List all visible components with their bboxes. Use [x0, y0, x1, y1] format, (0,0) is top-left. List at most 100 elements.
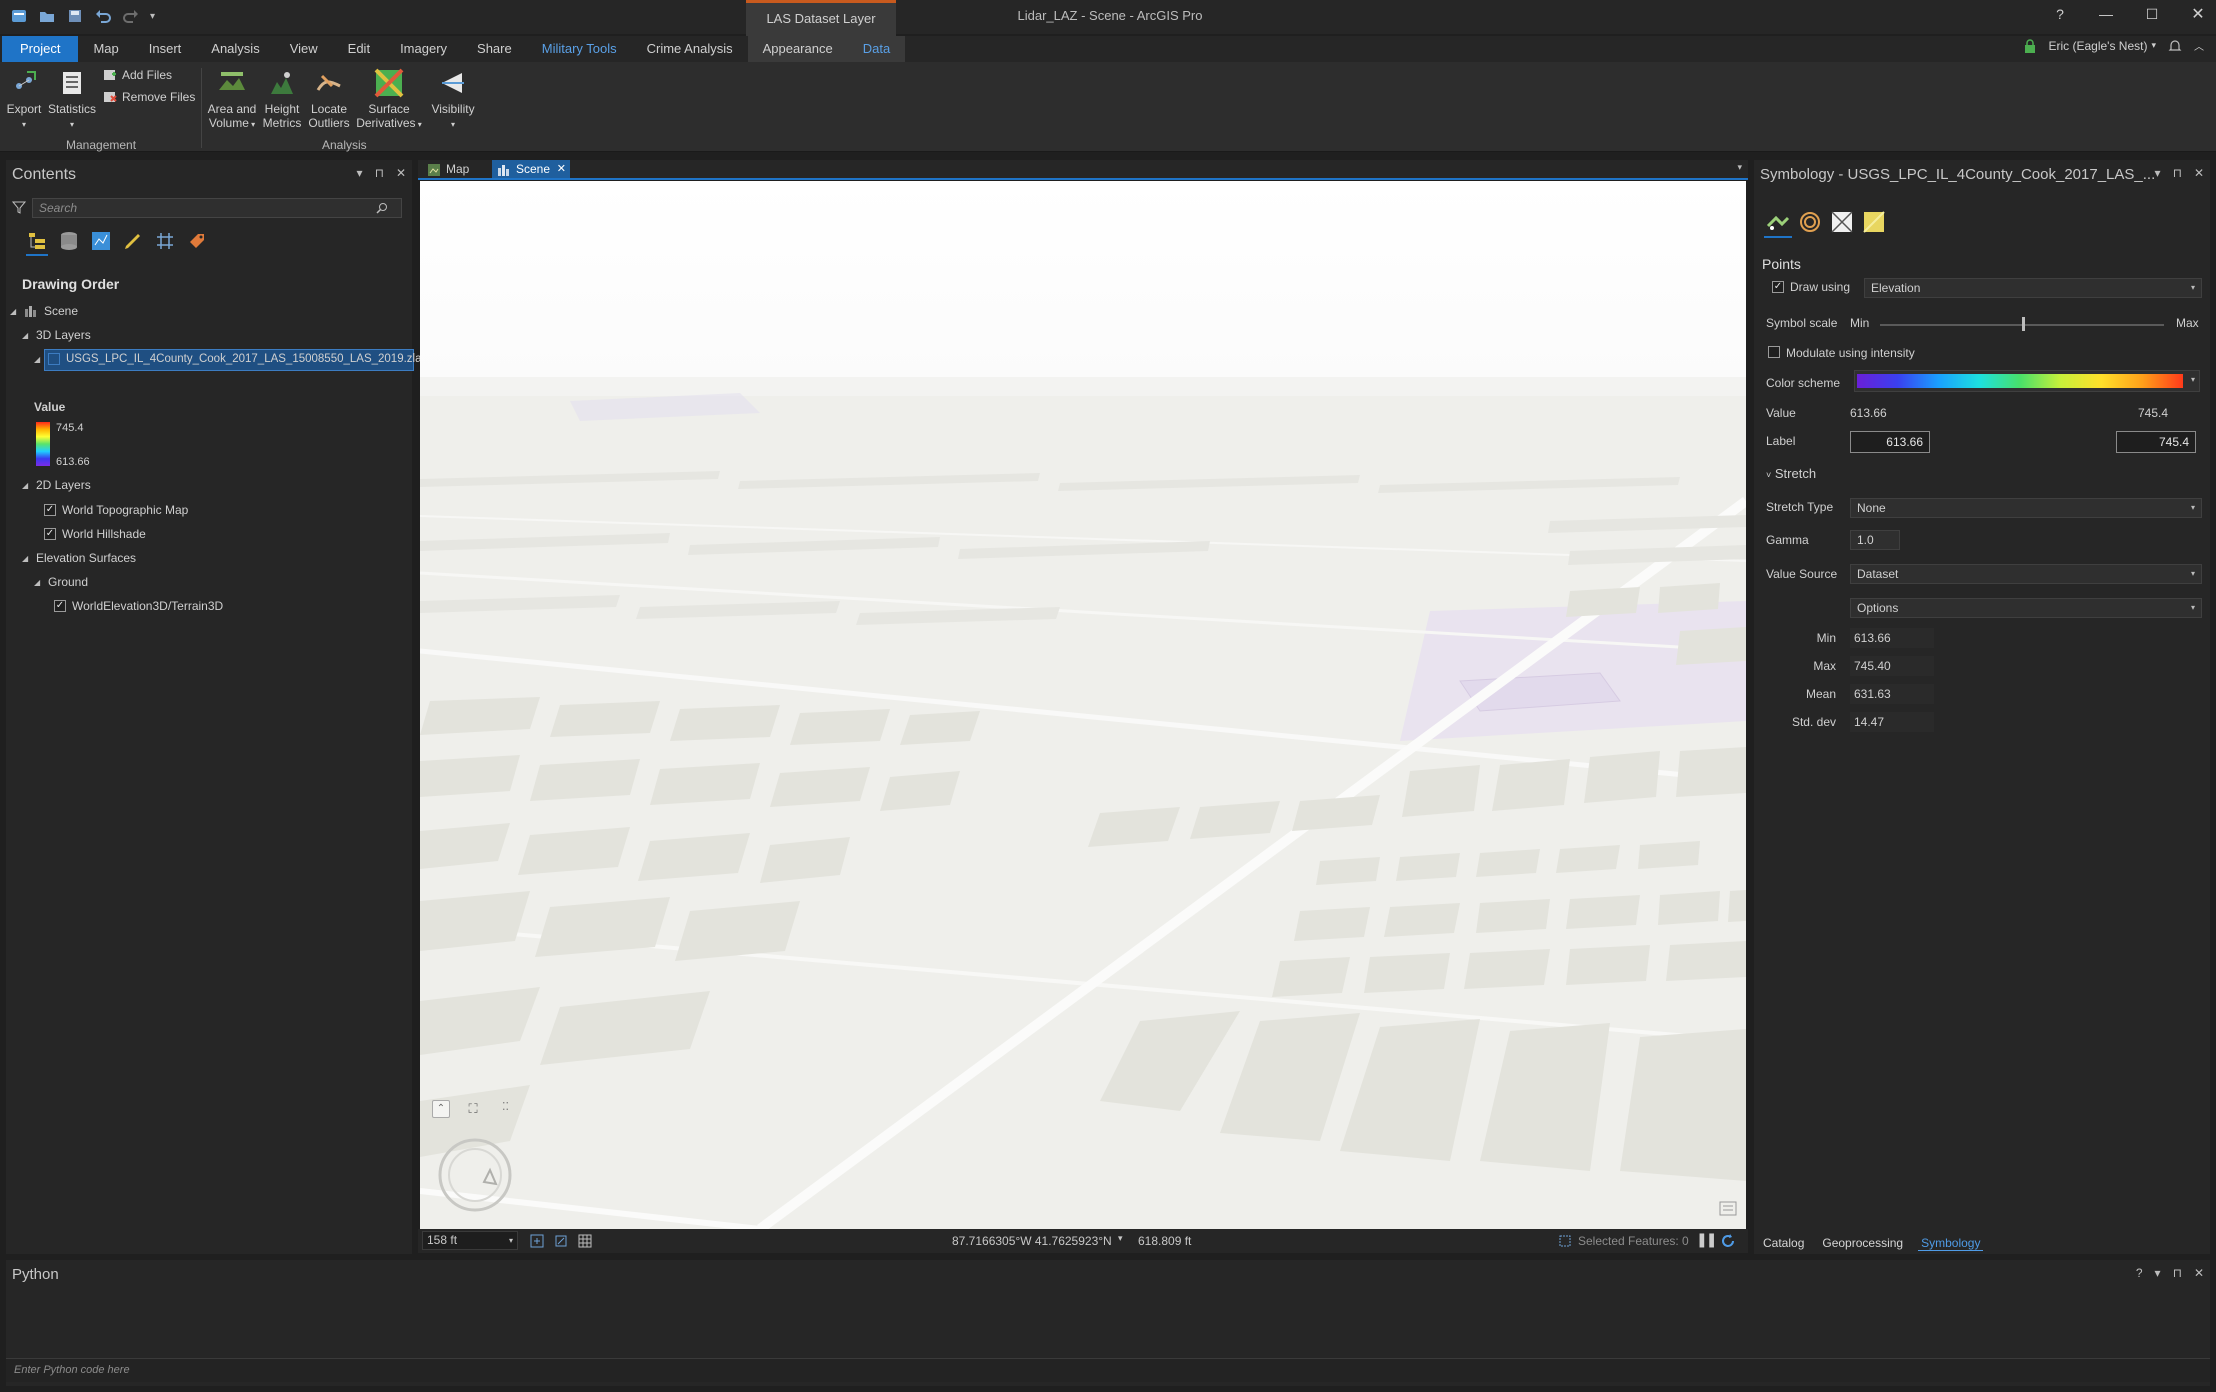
draw-using-dropdown[interactable]: Elevation ▾ [1864, 278, 2202, 298]
user-dropdown-icon[interactable]: ▾ [2151, 40, 2156, 51]
pin-icon[interactable]: ⊓ [375, 166, 384, 180]
draw-using-checkbox[interactable]: ✓ [1772, 281, 1784, 293]
filter-icon[interactable] [12, 200, 26, 214]
tab-analysis[interactable]: Analysis [196, 36, 274, 62]
tab-map-view[interactable]: Map [422, 160, 477, 179]
visibility-button[interactable]: Visibility ▾ [428, 68, 478, 132]
scale-lock-icon[interactable] [530, 1234, 544, 1248]
navigator-compass[interactable] [436, 1136, 514, 1214]
label-min-input[interactable]: 613.66 [1850, 431, 1930, 453]
close-pane-icon[interactable]: ✕ [2194, 1266, 2204, 1280]
surface-derivatives-button[interactable]: Surface Derivatives ▾ [356, 68, 422, 132]
tree-2d-layers[interactable]: ◢ 2D Layers [22, 478, 91, 492]
points-symbology-icon[interactable] [1766, 210, 1790, 234]
tab-project[interactable]: Project [2, 36, 79, 62]
tree-world-hillshade[interactable]: ✓ World Hillshade [44, 527, 146, 541]
scale-dropdown[interactable]: 158 ft ▾ [422, 1231, 518, 1250]
attribution-icon[interactable] [1718, 1200, 1738, 1218]
add-files-button[interactable]: Add Files [103, 68, 172, 82]
list-by-snapping-icon[interactable] [154, 230, 176, 252]
maximize-button[interactable]: ☐ [2140, 6, 2164, 23]
undo-icon[interactable] [94, 7, 112, 25]
redo-icon[interactable] [122, 7, 140, 25]
view-tabs-menu-icon[interactable]: ▾ [1737, 162, 1742, 173]
app-icon[interactable] [10, 7, 28, 25]
tab-share[interactable]: Share [462, 36, 527, 62]
modulate-intensity-checkbox[interactable] [1768, 346, 1780, 358]
tab-symbology[interactable]: Symbology [1918, 1236, 1984, 1251]
collapse-icon[interactable]: ◢ [34, 578, 42, 587]
pause-drawing-button[interactable]: ❚❚ [1696, 1231, 1718, 1248]
tree-world-topo[interactable]: ✓ World Topographic Map [44, 503, 188, 517]
tree-terrain[interactable]: ✓ WorldElevation3D/Terrain3D [54, 599, 223, 613]
list-by-selection-icon[interactable] [90, 230, 112, 252]
tab-crime-analysis[interactable]: Crime Analysis [632, 36, 748, 62]
scene-view[interactable] [420, 181, 1746, 1229]
remove-files-button[interactable]: Remove Files [103, 90, 195, 104]
list-by-source-icon[interactable] [58, 230, 80, 252]
pin-icon[interactable]: ⊓ [2173, 166, 2182, 180]
statistics-button[interactable]: Statistics ▾ [48, 68, 96, 132]
search-input[interactable]: Search [32, 198, 402, 218]
list-by-labeling-icon[interactable] [186, 230, 208, 252]
full-extent-icon[interactable]: ⛶ [464, 1100, 482, 1118]
python-input[interactable]: Enter Python code here [6, 1358, 2210, 1382]
pane-menu-icon[interactable]: ▾ [2155, 1266, 2161, 1280]
area-volume-button[interactable]: Area and Volume ▾ [206, 68, 258, 132]
terrain-checkbox[interactable]: ✓ [54, 600, 66, 612]
list-by-drawing-order-icon[interactable] [26, 230, 48, 252]
grid-icon[interactable] [578, 1234, 592, 1248]
tab-data[interactable]: Data [847, 36, 906, 62]
tree-las-layer[interactable]: ◢ USGS_LPC_IL_4County_Cook_2017_LAS_1500… [34, 353, 427, 365]
stretch-section[interactable]: ˅ Stretch [1766, 466, 1816, 481]
pin-icon[interactable]: ⊓ [2173, 1266, 2182, 1280]
world-topo-checkbox[interactable]: ✓ [44, 504, 56, 516]
stretch-type-dropdown[interactable]: None ▾ [1850, 498, 2202, 518]
tab-view[interactable]: View [275, 36, 333, 62]
tab-military-tools[interactable]: Military Tools [527, 36, 632, 62]
search-icon[interactable] [376, 202, 388, 214]
filter-symbology-icon[interactable] [1830, 210, 1854, 234]
navigator-options-icon[interactable]: ⁚⁚ [502, 1100, 509, 1113]
refresh-icon[interactable] [1720, 1233, 1736, 1249]
label-max-input[interactable]: 745.4 [2116, 431, 2196, 453]
scene-canvas[interactable] [420, 181, 1746, 1229]
surface-symbology-icon[interactable] [1862, 210, 1886, 234]
close-tab-icon[interactable]: ✕ [557, 160, 566, 179]
options-dropdown[interactable]: Options ▾ [1850, 598, 2202, 618]
tab-imagery[interactable]: Imagery [385, 36, 462, 62]
tab-edit[interactable]: Edit [333, 36, 385, 62]
export-button[interactable]: Export ▾ [6, 68, 42, 132]
tab-insert[interactable]: Insert [134, 36, 197, 62]
navigate-icon[interactable] [554, 1234, 568, 1248]
tree-3d-layers[interactable]: ◢ 3D Layers [22, 328, 91, 342]
value-source-dropdown[interactable]: Dataset ▾ [1850, 564, 2202, 584]
tab-catalog[interactable]: Catalog [1760, 1236, 1807, 1250]
list-by-editing-icon[interactable] [122, 230, 144, 252]
collapse-icon[interactable]: ◢ [22, 331, 30, 340]
tab-map[interactable]: Map [78, 36, 133, 62]
collapse-ribbon-icon[interactable]: ︿ [2194, 38, 2204, 53]
close-pane-icon[interactable]: ✕ [2194, 166, 2204, 180]
tab-geoprocessing[interactable]: Geoprocessing [1819, 1236, 1906, 1250]
coord-format-dropdown-icon[interactable]: ▾ [1118, 1233, 1123, 1244]
collapse-icon[interactable]: ◢ [22, 481, 30, 490]
tab-appearance[interactable]: Appearance [747, 36, 848, 62]
height-metrics-button[interactable]: Height Metrics [262, 68, 302, 130]
tree-elevation-surfaces[interactable]: ◢ Elevation Surfaces [22, 551, 136, 565]
collapse-icon[interactable]: ◢ [22, 554, 30, 563]
tab-scene-view[interactable]: Scene ✕ [492, 160, 570, 179]
bell-icon[interactable] [2168, 39, 2182, 53]
world-hillshade-checkbox[interactable]: ✓ [44, 528, 56, 540]
user-name[interactable]: Eric (Eagle's Nest) [2048, 39, 2147, 53]
close-button[interactable]: ✕ [2186, 4, 2210, 24]
help-icon[interactable]: ? [2136, 1266, 2143, 1280]
close-pane-icon[interactable]: ✕ [396, 166, 406, 180]
color-scheme-dropdown[interactable]: ▾ [1854, 370, 2200, 392]
symbol-scale-thumb[interactable] [2022, 317, 2025, 331]
customize-qat-icon[interactable]: ▾ [150, 11, 155, 22]
save-icon[interactable] [66, 7, 84, 25]
help-icon[interactable]: ? [2048, 6, 2072, 22]
locate-outliers-button[interactable]: Locate Outliers [306, 68, 352, 130]
tree-ground[interactable]: ◢ Ground [34, 575, 88, 589]
